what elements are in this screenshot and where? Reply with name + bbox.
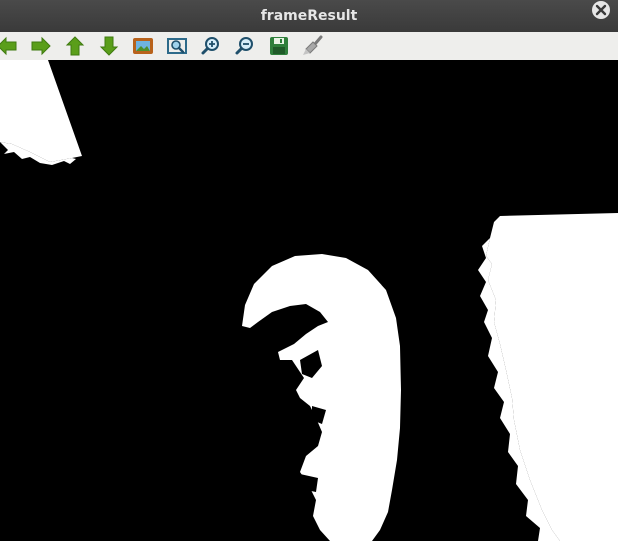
up-button[interactable] [62,33,88,59]
forward-button[interactable] [28,33,54,59]
arrow-left-icon [0,36,17,56]
zoom-out-icon [235,37,253,55]
zoom-fit-button[interactable] [164,33,190,59]
title-bar: frameResult [0,0,618,32]
clear-button[interactable] [300,33,326,59]
save-icon [270,37,288,55]
save-button[interactable] [266,33,292,59]
zoom-fit-icon [167,38,187,54]
close-icon [595,4,607,16]
zoom-out-button[interactable] [232,33,258,59]
toolbar [0,32,618,61]
zoom-in-icon [201,37,219,55]
window-title: frameResult [260,8,358,24]
back-button[interactable] [0,33,20,59]
image-canvas[interactable] [0,60,618,541]
arrow-up-icon [65,36,85,56]
foreground-mask [0,60,618,541]
arrow-down-icon [99,36,119,56]
brush-icon [303,35,323,55]
arrow-right-icon [31,36,51,56]
down-button[interactable] [96,33,122,59]
zoom-in-button[interactable] [198,33,224,59]
image-icon [133,38,153,54]
close-button[interactable] [592,1,610,19]
image-button[interactable] [130,33,156,59]
